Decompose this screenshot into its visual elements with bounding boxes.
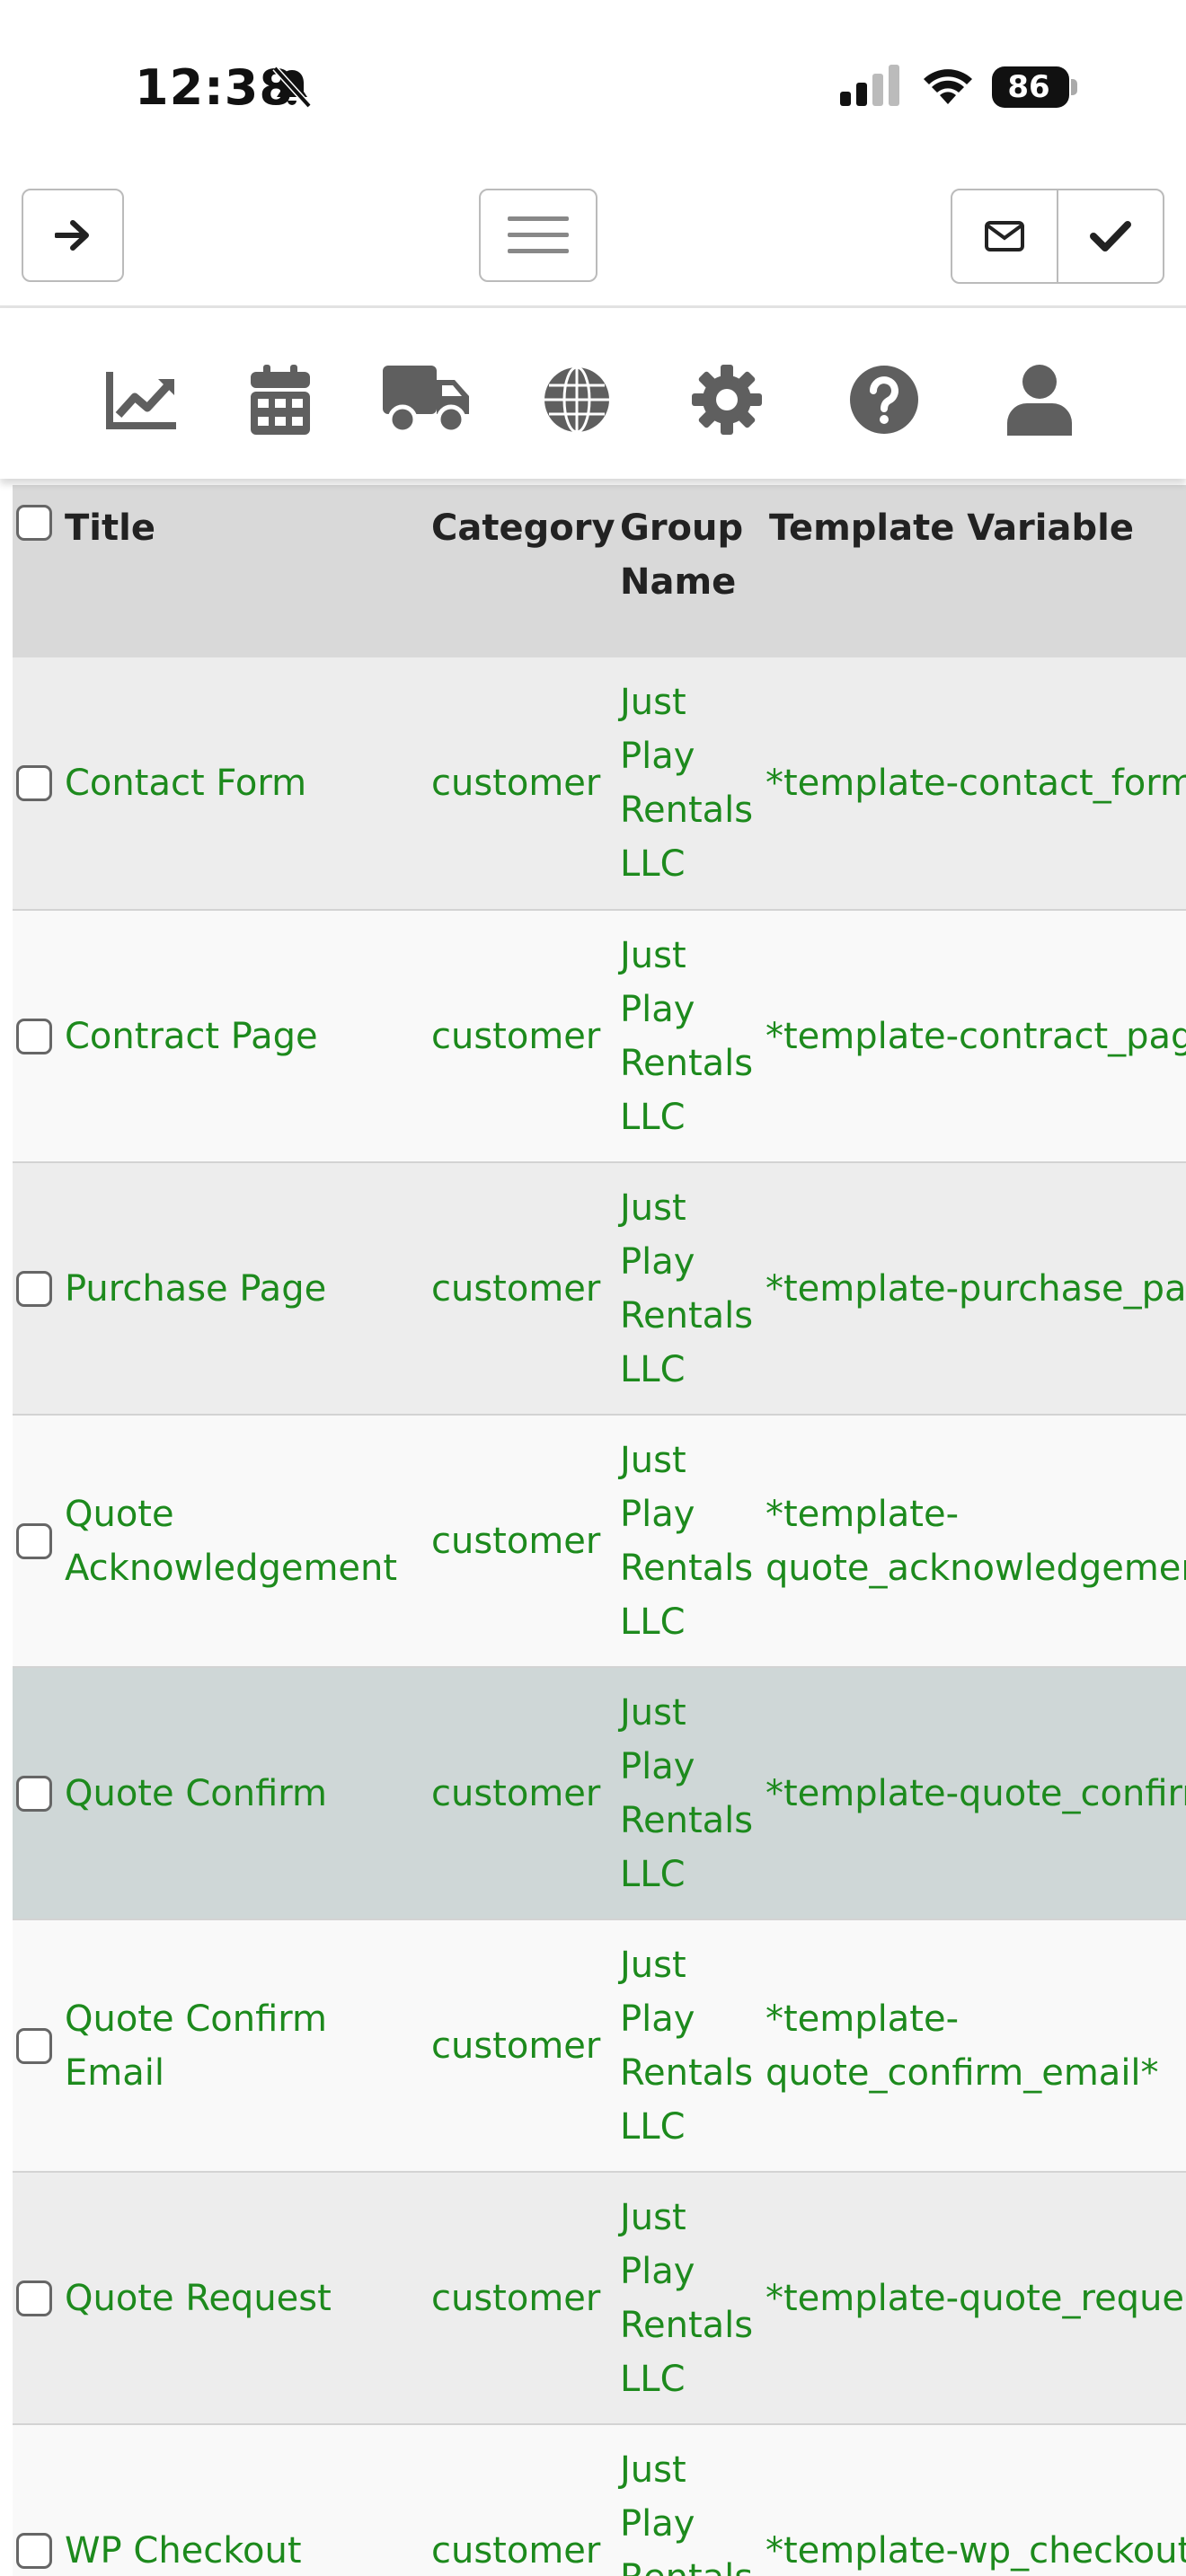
template-title-link[interactable]: Quote Confirm <box>59 1667 426 1920</box>
status-bar: 12:38 86 <box>0 0 1186 171</box>
user-icon <box>1007 365 1072 436</box>
icon-nav-bar <box>0 308 1186 479</box>
template-title-link[interactable]: Quote Acknowledgement <box>59 1415 426 1668</box>
column-header-title[interactable]: Title <box>59 485 426 657</box>
expand-sidebar-button[interactable] <box>22 189 124 282</box>
template-category[interactable]: customer <box>426 1162 615 1416</box>
template-title-link[interactable]: Contract Page <box>59 910 426 1163</box>
nav-account[interactable] <box>1002 362 1077 437</box>
email-button[interactable] <box>952 190 1057 282</box>
template-group-name[interactable]: Just Play Rentals LLC <box>615 1162 760 1416</box>
bell-off-icon <box>272 66 312 109</box>
row-checkbox[interactable] <box>16 2532 52 2569</box>
row-checkbox[interactable] <box>16 1522 52 1559</box>
checkmark-icon <box>1090 221 1131 251</box>
table-row[interactable]: Quote Confirm customer Just Play Rentals… <box>13 1667 1186 1920</box>
template-category[interactable]: customer <box>426 1667 615 1920</box>
row-checkbox[interactable] <box>16 1775 52 1812</box>
template-variable[interactable]: *template-quote_acknowledgement* <box>760 1415 1186 1668</box>
template-variable[interactable]: *template-quote_request* <box>760 2172 1186 2425</box>
nav-website[interactable] <box>539 362 615 437</box>
template-variable[interactable]: *template-contract_page* <box>760 910 1186 1163</box>
templates-table: Title Category Group Name Template Varia… <box>13 485 1186 2576</box>
template-group-name[interactable]: Just Play Rentals LLC <box>615 2424 760 2576</box>
nav-reports[interactable] <box>104 362 180 437</box>
row-checkbox[interactable] <box>16 1018 52 1054</box>
template-title-link[interactable]: WP Checkout <box>59 2424 426 2576</box>
template-group-name[interactable]: Just Play Rentals LLC <box>615 910 760 1163</box>
template-variable[interactable]: *template-quote_confirm_email* <box>760 1919 1186 2173</box>
chart-line-icon <box>106 372 176 429</box>
question-circle-icon <box>850 366 918 434</box>
table-row[interactable]: Contact Form customer Just Play Rentals … <box>13 657 1186 911</box>
row-checkbox[interactable] <box>16 2027 52 2064</box>
template-group-name[interactable]: Just Play Rentals LLC <box>615 2172 760 2425</box>
top-toolbar <box>0 171 1186 308</box>
template-category[interactable]: customer <box>426 2424 615 2576</box>
column-header-group-name[interactable]: Group Name <box>615 485 760 657</box>
truck-icon <box>383 366 469 434</box>
template-title-link[interactable]: Quote Request <box>59 2172 426 2425</box>
template-category[interactable]: customer <box>426 2172 615 2425</box>
template-title-link[interactable]: Purchase Page <box>59 1162 426 1416</box>
gear-icon <box>692 365 762 435</box>
template-group-name[interactable]: Just Play Rentals LLC <box>615 1667 760 1920</box>
calendar-icon <box>251 365 310 435</box>
hamburger-menu-icon <box>508 216 569 253</box>
row-checkbox[interactable] <box>16 1270 52 1307</box>
row-checkbox[interactable] <box>16 2280 52 2316</box>
table-row[interactable]: Contract Page customer Just Play Rentals… <box>13 910 1186 1163</box>
table-row[interactable]: Quote Request customer Just Play Rentals… <box>13 2172 1186 2425</box>
menu-toggle-button[interactable] <box>479 189 597 282</box>
template-variable[interactable]: *template-purchase_page* <box>760 1162 1186 1416</box>
table-row[interactable]: Purchase Page customer Just Play Rentals… <box>13 1162 1186 1416</box>
nav-help[interactable] <box>846 362 922 437</box>
template-category[interactable]: customer <box>426 657 615 911</box>
template-group-name[interactable]: Just Play Rentals LLC <box>615 1415 760 1668</box>
select-all-checkbox[interactable] <box>16 505 52 541</box>
table-header-row: Title Category Group Name Template Varia… <box>13 485 1186 657</box>
template-variable[interactable]: *template-wp_checkout* <box>760 2424 1186 2576</box>
template-variable[interactable]: *template-quote_confirm* <box>760 1667 1186 1920</box>
signal-icon <box>840 65 899 106</box>
column-header-template-variable[interactable]: Template Variable <box>760 485 1186 657</box>
column-header-category[interactable]: Category <box>426 485 615 657</box>
table-row[interactable]: Quote Acknowledgement customer Just Play… <box>13 1415 1186 1668</box>
battery-indicator: 86 <box>992 66 1078 108</box>
nav-settings[interactable] <box>689 362 765 437</box>
template-group-name[interactable]: Just Play Rentals LLC <box>615 657 760 911</box>
template-title-link[interactable]: Quote Confirm Email <box>59 1919 426 2173</box>
envelope-icon <box>985 221 1024 251</box>
template-category[interactable]: customer <box>426 1919 615 2173</box>
templates-table-container[interactable]: Title Category Group Name Template Varia… <box>13 485 1186 2576</box>
row-checkbox[interactable] <box>16 765 52 801</box>
action-button-group <box>951 189 1164 284</box>
template-group-name[interactable]: Just Play Rentals LLC <box>615 1919 760 2173</box>
globe-icon <box>544 366 609 434</box>
confirm-button[interactable] <box>1057 190 1163 282</box>
nav-delivery[interactable] <box>382 362 472 437</box>
table-row[interactable]: Quote Confirm Email customer Just Play R… <box>13 1919 1186 2173</box>
wifi-icon <box>924 69 972 104</box>
nav-calendar[interactable] <box>243 362 318 437</box>
table-row[interactable]: WP Checkout customer Just Play Rentals L… <box>13 2424 1186 2576</box>
select-all-cell <box>13 485 59 657</box>
template-title-link[interactable]: Contact Form <box>59 657 426 911</box>
battery-level: 86 <box>1007 69 1050 105</box>
template-variable[interactable]: *template-contact_form* <box>760 657 1186 911</box>
template-category[interactable]: customer <box>426 1415 615 1668</box>
arrow-right-icon <box>55 220 89 251</box>
template-category[interactable]: customer <box>426 910 615 1163</box>
